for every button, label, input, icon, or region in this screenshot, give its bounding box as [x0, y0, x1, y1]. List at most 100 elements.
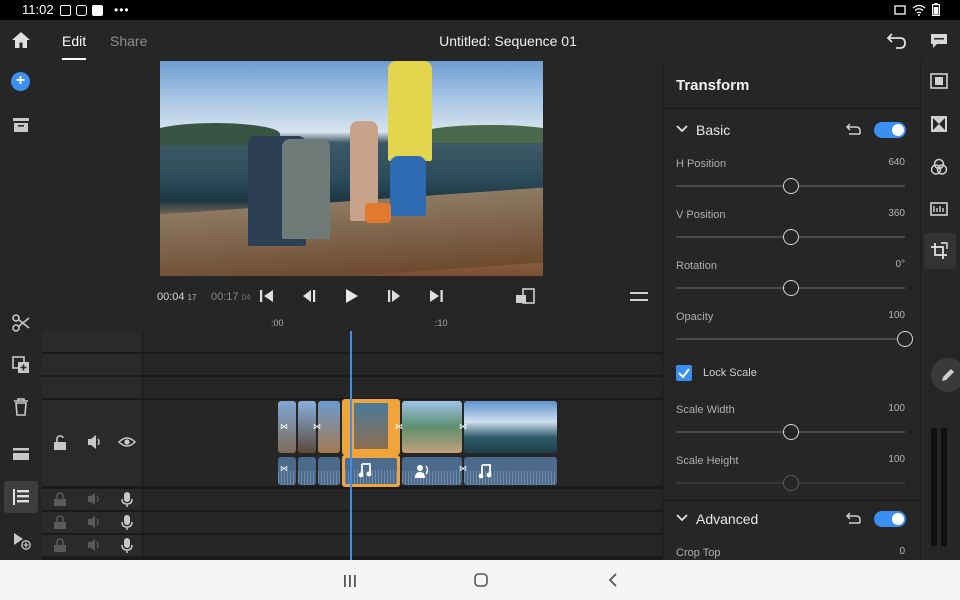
lock-icon[interactable]	[53, 492, 67, 507]
add-track-icon[interactable]	[11, 530, 31, 550]
audio-track-lane[interactable]	[143, 535, 662, 556]
lock-icon[interactable]	[53, 515, 67, 530]
scale-height-value: 100	[888, 454, 905, 465]
audio-clip[interactable]	[464, 457, 557, 485]
back-icon[interactable]	[607, 573, 619, 587]
transition-marker-icon[interactable]: ⋈	[280, 422, 288, 431]
video-clip[interactable]	[464, 401, 557, 453]
chevron-down-icon[interactable]	[676, 124, 688, 134]
visibility-eye-icon[interactable]	[118, 435, 136, 449]
microphone-icon[interactable]	[120, 491, 134, 508]
audio-meter-right	[941, 428, 947, 546]
transition-marker-icon[interactable]: ⋈	[395, 422, 403, 431]
delete-icon[interactable]	[11, 397, 31, 417]
track-header	[42, 377, 142, 398]
color-icon[interactable]	[930, 158, 948, 176]
current-frames: 17	[187, 293, 197, 302]
v-position-slider-handle[interactable]	[783, 229, 799, 245]
crop-top-value[interactable]: 0	[899, 546, 905, 557]
project-panel-icon[interactable]	[11, 115, 31, 135]
top-bar: Edit Share Untitled: Sequence 01	[0, 20, 960, 61]
duration-time: 00:17	[211, 291, 239, 303]
split-scissors-icon[interactable]	[11, 313, 31, 333]
volume-icon[interactable]	[87, 538, 103, 552]
rotation-slider-handle[interactable]	[783, 280, 799, 296]
timeline-list-icon[interactable]	[11, 487, 31, 507]
track-lane[interactable]	[143, 354, 662, 375]
lock-icon[interactable]	[53, 538, 67, 553]
timeline-ruler[interactable]	[42, 314, 662, 331]
scale-height-label: Scale Height	[676, 455, 739, 467]
duration-frames: 04	[241, 293, 251, 302]
chevron-down-icon[interactable]	[676, 513, 688, 523]
video-clip[interactable]	[402, 401, 462, 453]
track-header	[42, 354, 142, 375]
recent-apps-icon[interactable]	[342, 574, 358, 588]
audio-clip[interactable]	[402, 457, 462, 485]
audio-transition-marker-icon[interactable]: ⋈	[459, 464, 467, 473]
opacity-slider[interactable]	[676, 338, 905, 340]
aspect-ratio-icon[interactable]	[515, 288, 535, 304]
reset-icon[interactable]	[846, 122, 862, 136]
add-media-icon[interactable]: +	[11, 72, 30, 91]
lock-open-icon[interactable]	[52, 434, 68, 451]
current-time: 00:04	[157, 291, 185, 303]
scale-width-slider-handle[interactable]	[783, 424, 799, 440]
youtube-icon	[76, 4, 87, 16]
v-position-value[interactable]: 360	[888, 208, 905, 219]
rotation-value[interactable]: 0°	[895, 259, 905, 270]
opacity-slider-handle[interactable]	[897, 331, 913, 347]
lock-scale-checkbox[interactable]	[676, 365, 692, 381]
microphone-icon[interactable]	[120, 537, 134, 554]
tab-edit[interactable]: Edit	[62, 33, 87, 60]
checkmark-icon	[678, 368, 690, 379]
home-button-icon[interactable]	[474, 573, 488, 587]
gallery-icon	[60, 4, 71, 16]
microphone-icon[interactable]	[120, 514, 134, 531]
section-basic-label[interactable]: Basic	[696, 122, 730, 138]
tab-share[interactable]: Share	[110, 33, 147, 49]
track-settings-icon[interactable]	[11, 444, 31, 464]
audio-transition-marker-icon[interactable]: ⋈	[280, 464, 288, 473]
advanced-toggle[interactable]	[874, 511, 906, 527]
play-icon[interactable]	[343, 288, 361, 304]
track-lane[interactable]	[143, 331, 662, 352]
basic-toggle[interactable]	[874, 122, 906, 138]
volume-icon[interactable]	[87, 515, 103, 529]
duplicate-icon[interactable]	[11, 355, 31, 375]
speed-icon[interactable]	[930, 200, 948, 218]
go-to-end-icon[interactable]	[427, 288, 445, 304]
wifi-icon	[912, 4, 926, 16]
video-clip[interactable]	[318, 401, 340, 453]
pencil-icon[interactable]	[940, 367, 956, 383]
comment-icon[interactable]	[929, 32, 949, 50]
audio-track-lane[interactable]	[143, 512, 662, 533]
transitions-icon[interactable]	[930, 115, 948, 133]
transition-marker-icon[interactable]: ⋈	[313, 422, 321, 431]
playhead[interactable]	[350, 331, 352, 560]
video-preview[interactable]	[160, 61, 543, 276]
go-to-start-icon[interactable]	[258, 288, 276, 304]
undo-icon[interactable]	[886, 31, 908, 51]
panel-title: Transform	[676, 77, 750, 94]
track-lane[interactable]	[143, 377, 662, 398]
audio-clip[interactable]	[298, 457, 316, 485]
volume-icon[interactable]	[87, 492, 103, 506]
opacity-value[interactable]: 100	[888, 310, 905, 321]
audio-clip[interactable]	[318, 457, 340, 485]
h-position-slider-handle[interactable]	[783, 178, 799, 194]
section-advanced-label[interactable]: Advanced	[696, 511, 758, 527]
clip-properties-icon[interactable]	[930, 72, 948, 90]
transition-marker-icon[interactable]: ⋈	[459, 422, 467, 431]
scale-width-value[interactable]: 100	[888, 403, 905, 414]
crop-transform-icon[interactable]	[930, 242, 948, 260]
audio-track-lane[interactable]	[143, 489, 662, 510]
step-back-icon[interactable]	[300, 288, 318, 304]
step-forward-icon[interactable]	[385, 288, 403, 304]
sequence-title[interactable]: Untitled: Sequence 01	[380, 33, 636, 49]
volume-icon[interactable]	[86, 434, 104, 450]
reset-icon[interactable]	[846, 511, 862, 525]
h-position-value[interactable]: 640	[888, 157, 905, 168]
home-icon[interactable]	[11, 31, 31, 49]
timeline-menu-icon[interactable]	[630, 291, 648, 303]
